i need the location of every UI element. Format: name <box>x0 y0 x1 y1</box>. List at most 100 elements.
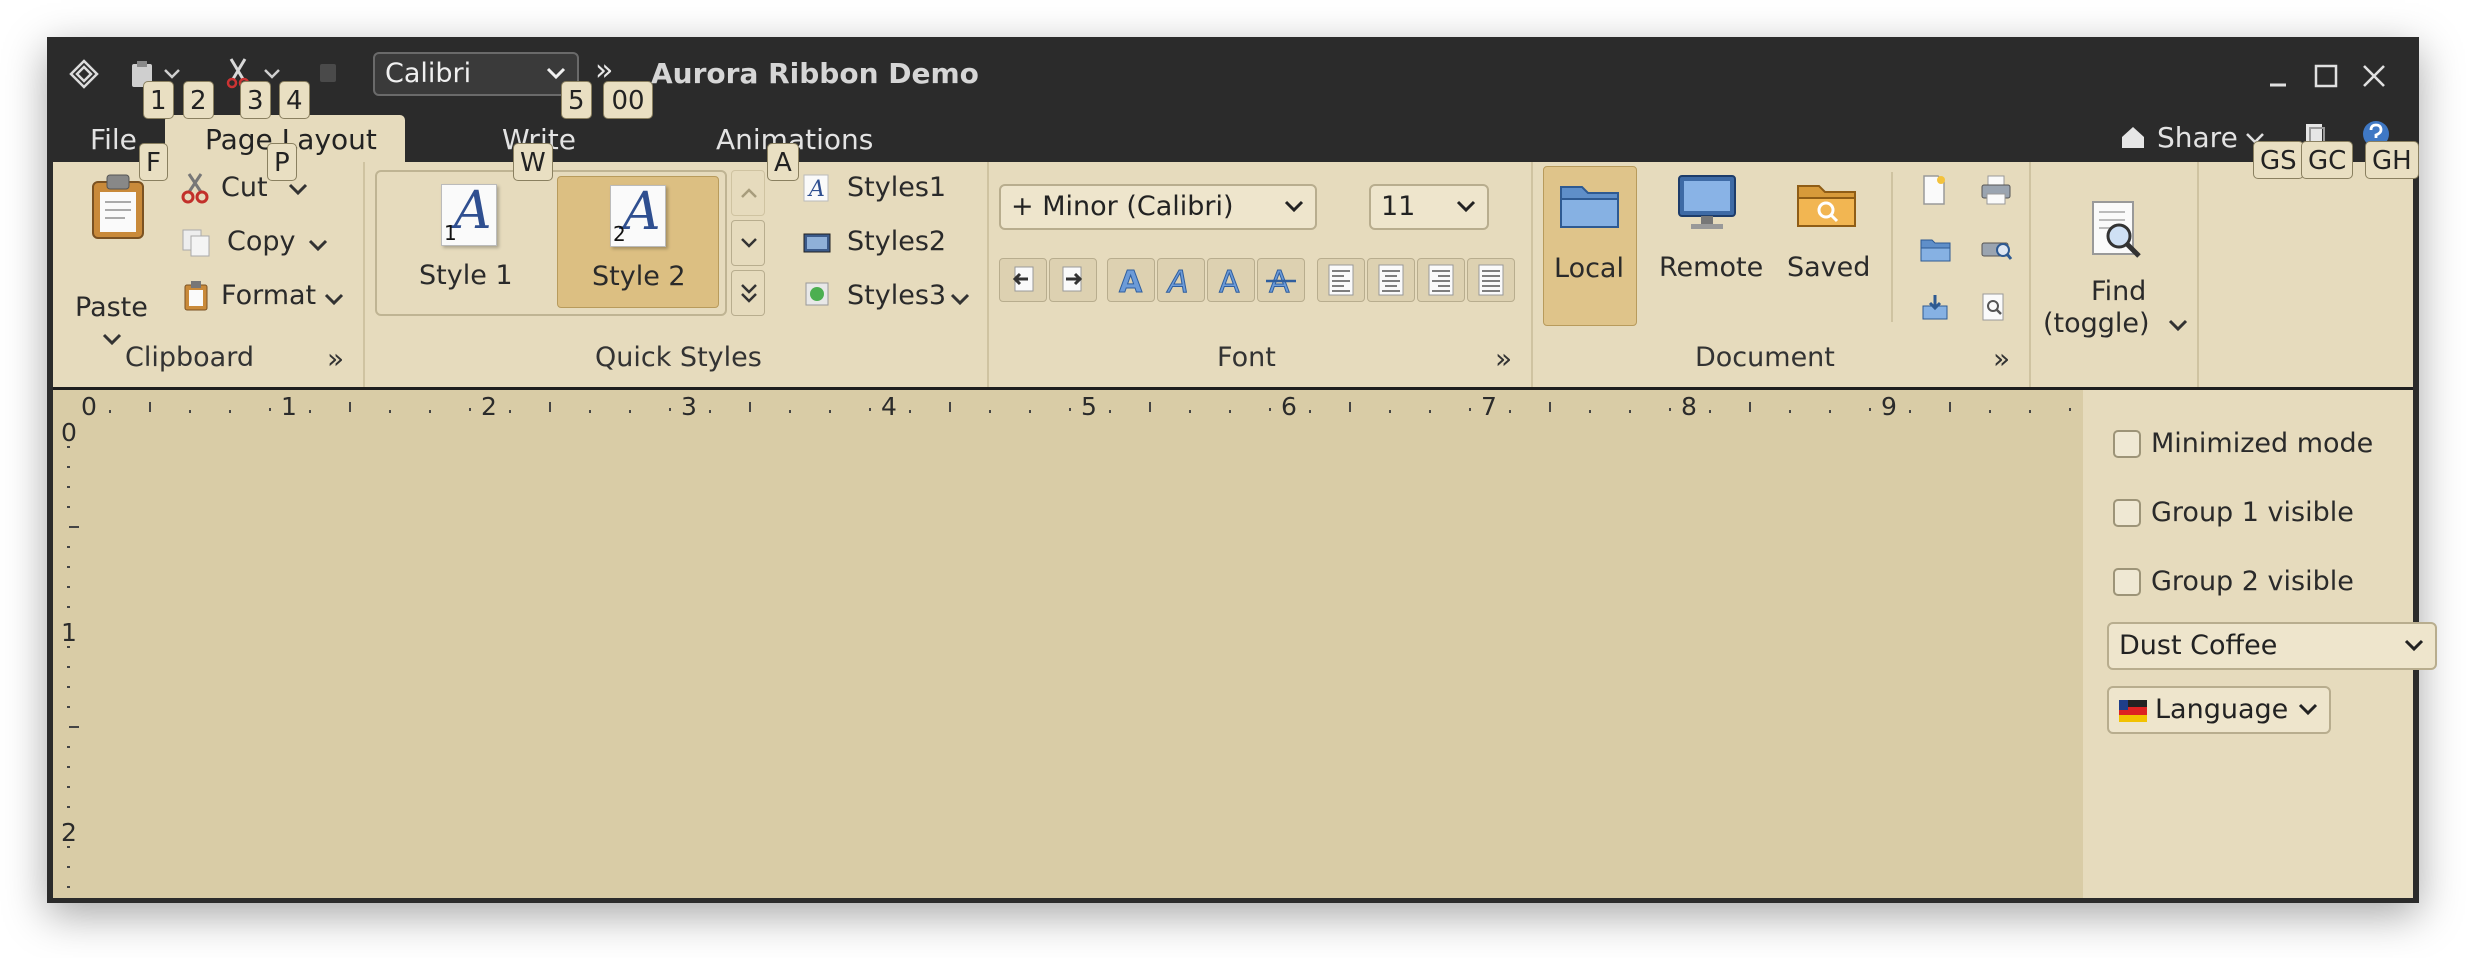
app-window: Calibri » Aurora Ribbon Demo File Page L… <box>47 37 2437 903</box>
ruler-tick <box>1189 410 1191 413</box>
style-1-label: Style 1 <box>419 260 513 291</box>
saved-button[interactable]: Saved <box>1775 166 1875 326</box>
styles2-icon <box>803 232 831 256</box>
keytip-GC: GC <box>2301 141 2354 179</box>
italic-a-button[interactable]: A <box>1157 258 1205 302</box>
find-in-document-icon[interactable] <box>1979 292 2009 322</box>
group-separator <box>1531 162 1533 387</box>
font-dialog-launcher-icon[interactable]: » <box>1495 342 1512 375</box>
language-select[interactable]: Language <box>2107 686 2331 734</box>
gallery-scroll-up-icon[interactable] <box>731 170 765 216</box>
clipboard-dialog-launcher-icon[interactable]: » <box>327 342 344 375</box>
close-icon[interactable] <box>2361 63 2387 89</box>
ruler-tick <box>1629 410 1631 413</box>
font-size-select[interactable]: 11 <box>1369 184 1489 230</box>
ruler-tick <box>269 408 271 411</box>
bold-a-button[interactable]: A <box>1107 258 1155 302</box>
format-painter-quick-icon[interactable] <box>317 61 341 87</box>
ruler-tick <box>509 410 511 413</box>
document-canvas[interactable]: 0 1 2 3 4 5 6 7 8 9 0 1 2 <box>53 390 2413 898</box>
align-right-button[interactable] <box>1417 258 1465 302</box>
ruler-tick <box>429 410 431 413</box>
align-justify-button[interactable] <box>1467 258 1515 302</box>
chevron-down-icon[interactable] <box>949 292 971 308</box>
cut-button[interactable]: Cut <box>221 172 268 203</box>
format-button[interactable]: Format <box>221 280 316 311</box>
minimize-icon[interactable] <box>2267 65 2291 89</box>
group2-visible-checkbox[interactable] <box>2113 568 2141 596</box>
indent-decrease-button[interactable] <box>999 258 1047 302</box>
ruler-tick <box>67 546 70 548</box>
local-button[interactable]: Local <box>1543 166 1637 326</box>
ruler-tick <box>67 506 70 508</box>
document-dialog-launcher-icon[interactable]: » <box>1993 342 2010 375</box>
maximize-icon[interactable] <box>2313 63 2339 89</box>
paste-button[interactable]: Paste <box>75 292 148 323</box>
new-document-icon[interactable] <box>1919 174 1949 206</box>
svg-text:A: A <box>1269 265 1290 300</box>
style-2-item[interactable]: A 2 Style 2 <box>557 176 719 308</box>
printer-icon[interactable] <box>1979 174 2013 206</box>
chevron-down-icon <box>1455 199 1477 215</box>
gallery-scroll-down-icon[interactable] <box>731 220 765 266</box>
font-family-select[interactable]: + Minor (Calibri) <box>999 184 1317 230</box>
monitor-icon <box>1675 172 1739 232</box>
gallery-expand-icon[interactable] <box>731 270 765 316</box>
chevron-down-icon[interactable] <box>323 292 345 308</box>
group1-visible-checkbox[interactable] <box>2113 499 2141 527</box>
copy-button[interactable]: Copy <box>227 226 296 257</box>
remote-button[interactable]: Remote <box>1651 166 1763 326</box>
ruler-tick <box>149 402 151 412</box>
app-menu-icon[interactable] <box>69 59 99 89</box>
ruler-number: 3 <box>681 392 697 421</box>
chevron-down-icon <box>2167 318 2189 334</box>
style-1-item[interactable]: A 1 Style 1 <box>383 176 547 308</box>
chevron-down-icon[interactable] <box>163 67 181 81</box>
ruler-tick <box>1709 410 1711 413</box>
ruler-tick <box>67 846 70 848</box>
ruler-tick <box>67 786 70 788</box>
underline-a-button[interactable]: A <box>1207 258 1255 302</box>
save-document-icon[interactable] <box>1919 292 1953 322</box>
find-toggle-button[interactable]: Find (toggle) <box>2043 192 2193 342</box>
ruler-tick <box>229 410 231 413</box>
open-folder-icon[interactable] <box>1919 234 1953 264</box>
align-left-button[interactable] <box>1317 258 1365 302</box>
folder-icon <box>1558 177 1622 231</box>
keytip-5: 5 <box>561 81 592 119</box>
saved-label: Saved <box>1787 252 1871 283</box>
ruler-tick <box>909 410 911 413</box>
ruler-number: 1 <box>61 618 77 647</box>
styles1-icon: A <box>803 174 829 202</box>
font-family-value: Calibri <box>385 58 472 89</box>
ruler-tick <box>1509 410 1511 413</box>
chevron-down-icon[interactable] <box>101 332 123 348</box>
align-center-button[interactable] <box>1367 258 1415 302</box>
indent-increase-button[interactable] <box>1049 258 1097 302</box>
ruler-tick <box>67 666 70 668</box>
chevron-down-icon[interactable] <box>307 238 329 254</box>
group1-visible-label: Group 1 visible <box>2151 497 2354 528</box>
chevron-down-icon <box>2297 702 2319 718</box>
styles2-button[interactable]: Styles2 <box>847 226 946 257</box>
ruler-tick <box>1549 402 1551 412</box>
ruler-tick <box>589 410 591 413</box>
find-magnifier-icon <box>2087 198 2147 262</box>
chevron-down-icon[interactable] <box>287 182 309 198</box>
window-title: Aurora Ribbon Demo <box>651 57 979 90</box>
styles3-button[interactable]: Styles3 <box>847 280 946 311</box>
minimized-mode-label: Minimized mode <box>2151 428 2374 459</box>
ruler-tick <box>2069 408 2071 411</box>
skin-select[interactable]: Dust Coffee <box>2107 622 2437 670</box>
minimized-mode-checkbox[interactable] <box>2113 430 2141 458</box>
styles1-button[interactable]: Styles1 <box>847 172 946 203</box>
horizontal-ruler: 0 1 2 3 4 5 6 7 8 9 <box>53 390 2083 426</box>
strikethrough-a-button[interactable]: A <box>1257 258 1305 302</box>
chevron-down-icon[interactable] <box>263 67 281 81</box>
tab-file[interactable]: File <box>90 123 137 156</box>
ruler-tick <box>1069 408 1071 411</box>
share-button[interactable]: Share <box>2157 121 2238 154</box>
print-preview-icon[interactable] <box>1979 234 2013 264</box>
keytip-P: P <box>267 143 297 181</box>
font-family-combo[interactable]: Calibri <box>373 52 579 96</box>
